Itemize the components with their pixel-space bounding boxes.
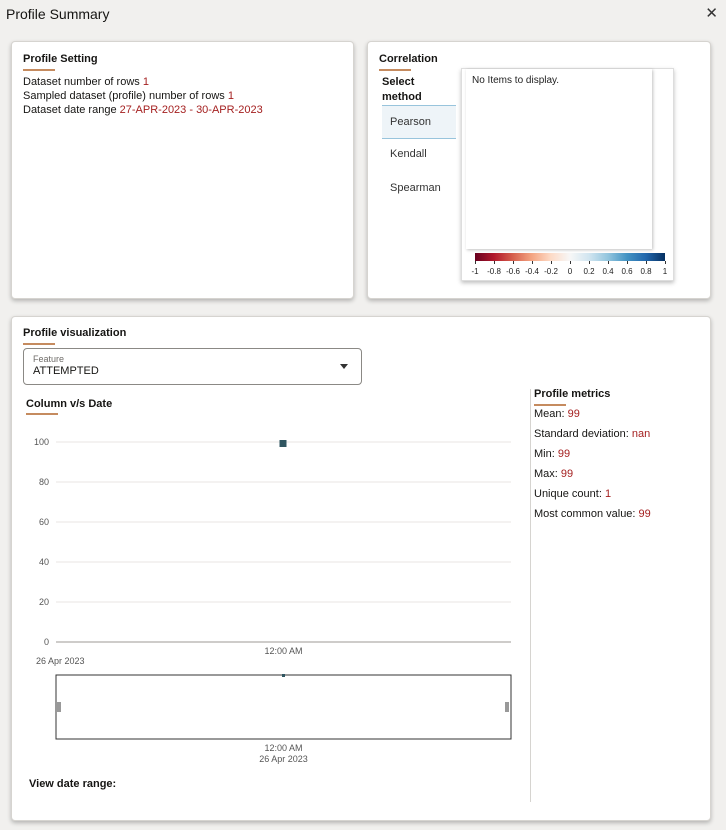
metric-label: Standard deviation: <box>534 428 632 440</box>
metric-value: 1 <box>604 488 612 500</box>
metric-value: 99 <box>638 508 651 520</box>
x-tick-label: 12:00 AM <box>264 646 302 656</box>
profile-setting-title: Profile Setting <box>23 53 98 65</box>
colorbar-tick-mark <box>665 261 666 264</box>
profile-metrics-title: Profile metrics <box>534 388 611 400</box>
colorbar-tick-label: -1 <box>471 267 479 276</box>
metric-value: 99 <box>560 468 574 480</box>
title-bar: Profile Summary ✕ <box>0 0 726 30</box>
colorbar-tick-mark <box>608 261 609 264</box>
empty-message: No Items to display. <box>472 75 560 86</box>
colorbar-tick-label: 0.8 <box>640 267 652 276</box>
metric-label: Min: <box>534 448 558 460</box>
colorbar-tick-mark <box>532 261 533 264</box>
method-pearson[interactable]: Pearson <box>382 105 456 139</box>
metric-row: Standard deviation: nan <box>534 428 650 440</box>
colorbar-tick-label: -0.2 <box>544 267 558 276</box>
overview-range-selector <box>55 674 512 740</box>
select-method-label: Select method <box>382 76 422 103</box>
correlation-empty-area: No Items to display. <box>466 69 652 249</box>
metric-row: Max: 99 <box>534 468 573 480</box>
colorbar-tick-mark <box>646 261 647 264</box>
title-underline <box>534 404 566 406</box>
y-tick-label: 40 <box>39 557 49 567</box>
colorbar-tick-label: 0.2 <box>583 267 595 276</box>
metric-label: Most common value: <box>534 508 639 520</box>
y-tick-label: 60 <box>39 517 49 527</box>
title-underline <box>23 69 55 71</box>
column-vs-date-chart: 02040608010012:00 AM26 Apr 202312:00 AM2… <box>34 437 512 764</box>
colorbar-tick-mark <box>627 261 628 264</box>
method-kendall[interactable]: Kendall <box>382 138 456 172</box>
metric-label: Max: <box>534 468 561 480</box>
metric-value: nan <box>631 428 651 440</box>
colorbar <box>475 253 665 261</box>
y-tick-label: 100 <box>34 437 49 447</box>
colorbar-tick-label: -0.6 <box>506 267 520 276</box>
metric-row: Most common value: 99 <box>534 508 651 520</box>
profile-setting-card: Profile Setting Dataset number of rows 1… <box>11 41 354 299</box>
date-range-line: Dataset date range 27-APR-2023 - 30-APR-… <box>23 104 263 116</box>
sampled-label: Sampled dataset (profile) number of rows <box>23 90 225 102</box>
window-title: Profile Summary <box>6 6 110 22</box>
colorbar-tick-label: 1 <box>662 267 668 276</box>
sampled-value: 1 <box>227 90 234 102</box>
colorbar-tick-mark <box>513 261 514 264</box>
metric-value: 99 <box>557 448 571 460</box>
rows-value: 1 <box>142 76 149 88</box>
y-tick-label: 0 <box>44 637 49 647</box>
colorbar-tick-mark <box>570 261 571 264</box>
sampled-line: Sampled dataset (profile) number of rows… <box>23 90 234 102</box>
metrics-divider <box>530 389 531 802</box>
colorbar-tick-mark <box>551 261 552 264</box>
overview-data-point <box>282 674 285 677</box>
correlation-card: Correlation Select method Pearson Kendal… <box>367 41 711 299</box>
colorbar-tick-label: 0.4 <box>602 267 614 276</box>
overview-x-tick-time: 12:00 AM <box>264 743 302 753</box>
y-tick-label: 20 <box>39 597 49 607</box>
method-spearman[interactable]: Spearman <box>382 172 456 206</box>
colorbar-tick-label: -0.4 <box>525 267 539 276</box>
rows-line: Dataset number of rows 1 <box>23 76 149 88</box>
colorbar-tick-label: 0.6 <box>621 267 633 276</box>
metric-label: Unique count: <box>534 488 605 500</box>
colorbar-tick-label: 0 <box>567 267 573 276</box>
overview-x-tick-date: 26 Apr 2023 <box>259 754 308 764</box>
metric-value: 99 <box>567 408 580 420</box>
metric-row: Min: 99 <box>534 448 570 460</box>
metric-row: Unique count: 1 <box>534 488 611 500</box>
metric-label: Mean: <box>534 408 568 420</box>
correlation-heatmap-panel: No Items to display. -1 -0.8 -0.6 -0.4 -0.2 0… <box>461 68 674 281</box>
profile-visualization-card: Profile visualization Feature ATTEMPTED … <box>11 316 711 821</box>
colorbar-tick-mark <box>475 261 476 264</box>
view-date-range-label: View date range: <box>29 778 117 790</box>
correlation-title: Correlation <box>379 53 438 65</box>
date-range-value: 27-APR-2023 - 30-APR-2023 <box>119 104 263 116</box>
title-underline <box>379 69 411 71</box>
close-icon[interactable]: ✕ <box>705 6 718 22</box>
rows-label: Dataset number of rows <box>23 76 140 88</box>
metric-row: Mean: 99 <box>534 408 580 420</box>
date-range-label: Dataset date range <box>23 104 117 116</box>
x-start-date-label: 26 Apr 2023 <box>36 656 85 666</box>
y-tick-label: 80 <box>39 477 49 487</box>
colorbar-tick-mark <box>589 261 590 264</box>
colorbar-tick-mark <box>494 261 495 264</box>
colorbar-tick-label: -0.8 <box>487 267 501 276</box>
data-point <box>279 440 287 447</box>
